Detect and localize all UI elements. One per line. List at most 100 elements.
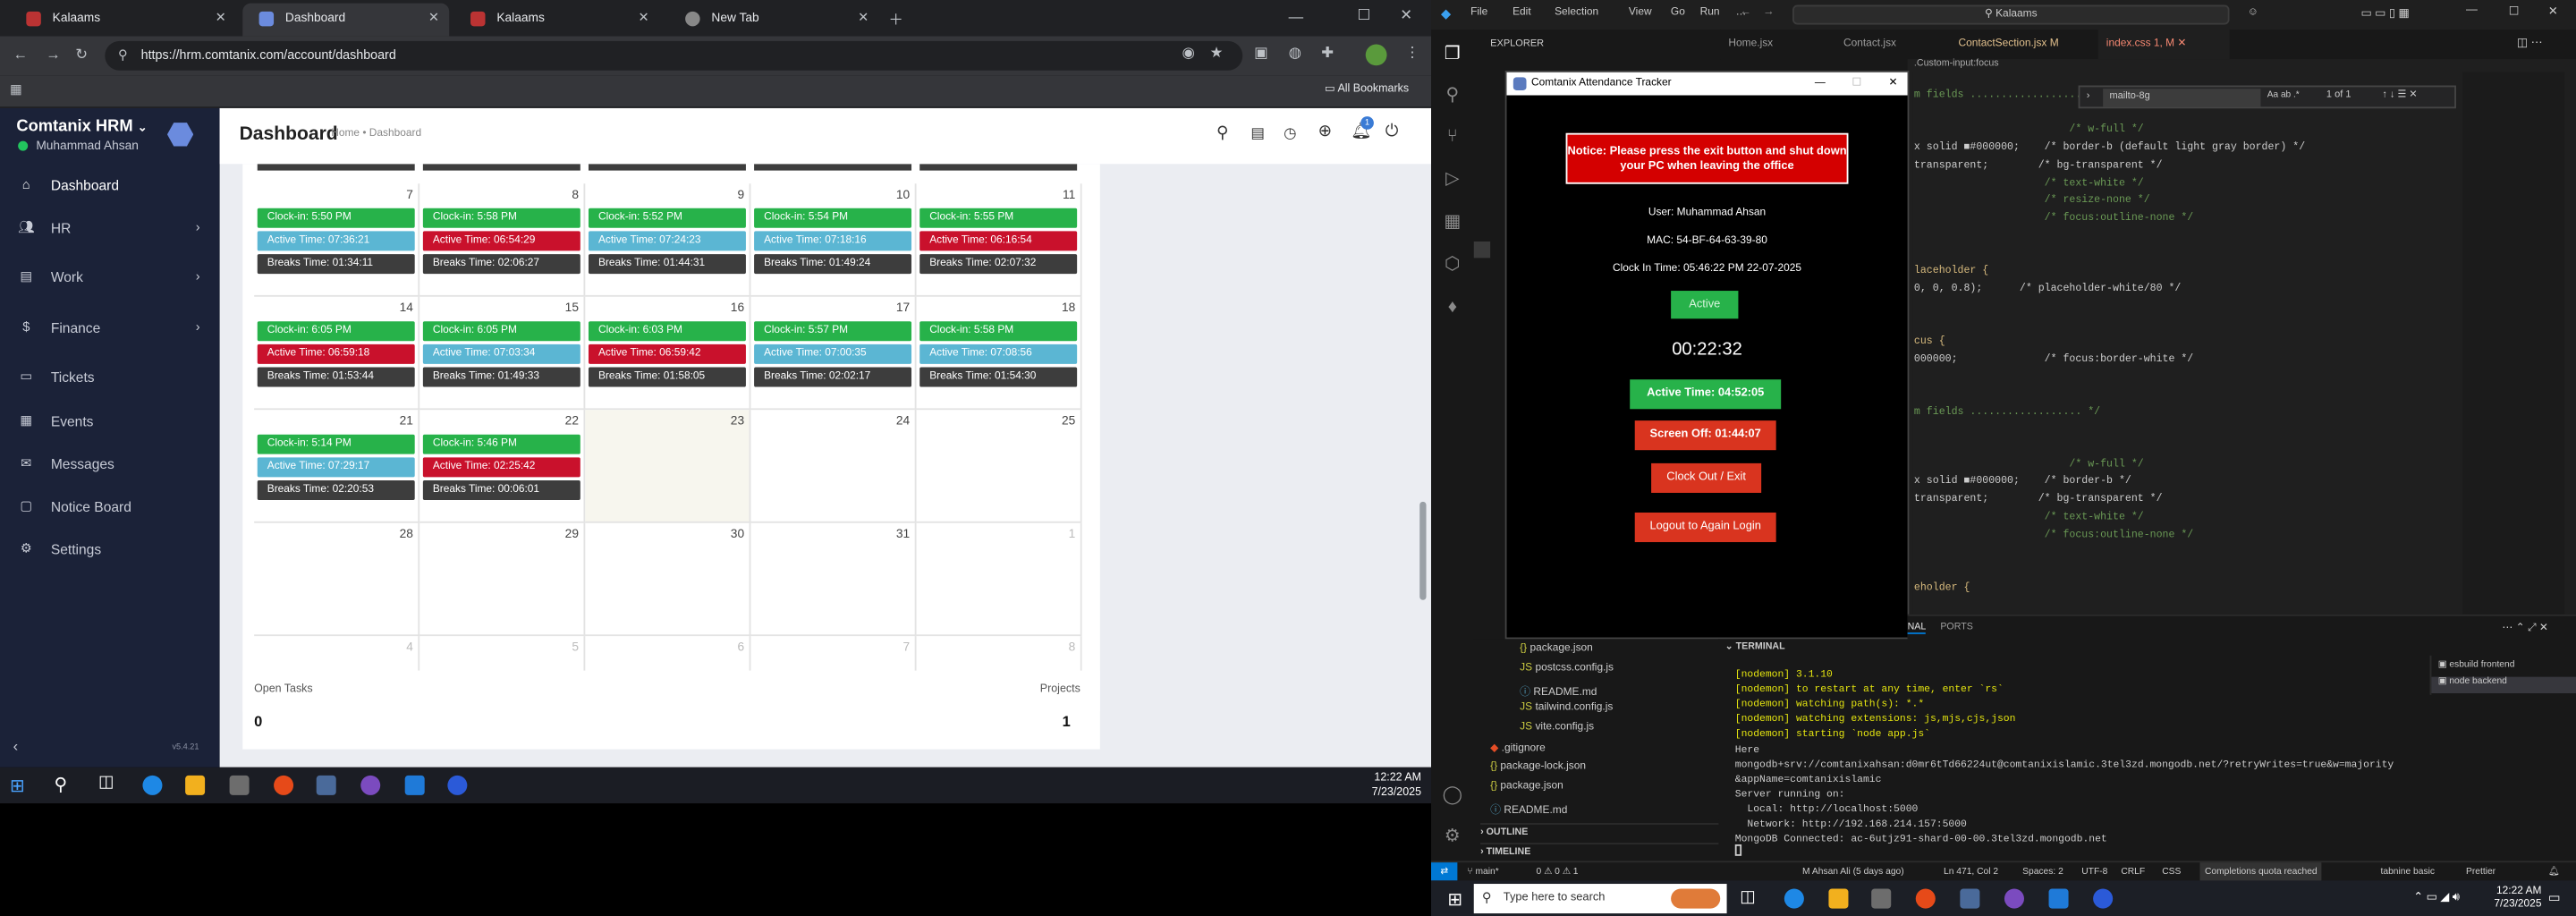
attendance-event[interactable]: Active Time: 06:16:54: [919, 231, 1078, 251]
eol-status[interactable]: CRLF: [2121, 862, 2145, 882]
file-item[interactable]: JS postcss.config.js: [1520, 662, 1614, 674]
minimize-icon[interactable]: —: [1289, 8, 1303, 24]
page-scrollbar[interactable]: [1419, 501, 1427, 600]
zoom-icon[interactable]: [2093, 888, 2114, 909]
sidebar-item-hr[interactable]: 👥︎ HR ›: [0, 208, 220, 248]
browser-tab-4[interactable]: New Tab ✕: [669, 4, 879, 37]
minimap[interactable]: [2462, 72, 2565, 640]
reload-icon[interactable]: ↻: [75, 46, 88, 64]
copilot-icon[interactable]: ☺: [2248, 6, 2258, 18]
remote-explorer-icon[interactable]: ⬡: [1441, 253, 1464, 276]
add-icon[interactable]: ⊕: [1318, 123, 1332, 140]
indent-status[interactable]: Spaces: 2: [2022, 862, 2063, 882]
calendar-day-cell[interactable]: 29: [419, 522, 586, 637]
kebab-menu-icon[interactable]: ⋮: [1405, 44, 1419, 62]
browser-tab-1[interactable]: Kalaams ✕: [10, 4, 236, 37]
minimize-icon[interactable]: —: [1815, 72, 1826, 96]
editor-tab-indexcss[interactable]: index.css 1, M ✕: [2097, 30, 2230, 60]
close-icon[interactable]: ✕: [216, 4, 226, 33]
file-item[interactable]: JS vite.config.js: [1520, 721, 1594, 733]
calendar-day-cell[interactable]: 24: [750, 410, 917, 523]
editor-tab-contactsection[interactable]: ContactSection.jsx M: [1950, 30, 2059, 59]
attendance-event[interactable]: Breaks Time: 02:07:32: [919, 254, 1078, 275]
maximize-icon[interactable]: ☐: [2509, 5, 2520, 18]
find-options-icons[interactable]: Aa ab .*: [2267, 90, 2300, 100]
source-control-icon[interactable]: ⑂: [1441, 125, 1464, 148]
calendar-day-cell[interactable]: 23: [585, 410, 751, 523]
remote-indicator-icon[interactable]: ⇄: [1431, 862, 1458, 881]
panel-tab-ports[interactable]: PORTS: [1940, 623, 1973, 632]
attendance-event[interactable]: Breaks Time: 02:20:53: [257, 480, 415, 501]
file-item[interactable]: ◆ .gitignore: [1490, 741, 1546, 754]
sidebar-item-events[interactable]: ▦ Events: [0, 402, 220, 441]
apps-grid-icon[interactable]: ▦: [10, 82, 22, 97]
new-tab-icon[interactable]: ＋: [888, 8, 903, 30]
maximize-icon[interactable]: ☐: [1852, 72, 1861, 96]
sidebar-item-tickets[interactable]: ▭ Tickets: [0, 358, 220, 397]
extension-icon-2[interactable]: ◍: [1289, 44, 1301, 62]
calendar-day-cell[interactable]: 14 Clock-in: 6:05 PM Active Time: 06:59:18…: [254, 296, 420, 411]
panel-tab-terminal[interactable]: NAL: [1907, 623, 1927, 634]
chrome-icon[interactable]: [1915, 888, 1936, 909]
sidebar-item-work[interactable]: ▤ Work ›: [0, 258, 220, 297]
power-icon[interactable]: ⏻: [1385, 123, 1399, 140]
attendance-event[interactable]: Breaks Time: 00:06:01: [422, 480, 580, 501]
terminal-panel[interactable]: ⌄ TERMINAL [nodemon] 3.1.10 [nodemon] to …: [1718, 639, 2576, 866]
calendar-day-cell[interactable]: 30: [585, 522, 751, 637]
calendar-day-cell[interactable]: 31: [750, 522, 917, 637]
run-debug-icon[interactable]: ▷: [1441, 167, 1464, 191]
back-icon[interactable]: ←: [13, 46, 28, 62]
attendance-event[interactable]: Clock-in: 5:58 PM: [422, 208, 580, 228]
vscode-menu-4[interactable]: Go: [1671, 6, 1685, 18]
browser-tab-3[interactable]: Kalaams ✕: [454, 4, 659, 37]
notification-center-icon[interactable]: ▭: [2548, 890, 2561, 905]
panel-actions-icons[interactable]: ⋯ ⌃ ⤢ ✕: [2502, 621, 2547, 636]
notifications-bell-icon[interactable]: 🔔︎: [2548, 862, 2560, 882]
vscode-icon[interactable]: [404, 775, 425, 795]
maximize-icon[interactable]: ☐: [1358, 6, 1371, 24]
attendance-event[interactable]: Breaks Time: 01:49:24: [754, 254, 912, 275]
attendance-event[interactable]: Clock-in: 5:14 PM: [257, 434, 415, 454]
collapse-sidebar-icon[interactable]: ‹: [13, 738, 18, 754]
attendance-event[interactable]: Clock-in: 5:50 PM: [257, 208, 415, 228]
calendar-day-cell[interactable]: 25: [916, 410, 1082, 523]
clock-icon[interactable]: ◷: [1284, 124, 1296, 142]
file-item[interactable]: {} package.json: [1490, 780, 1563, 792]
attendance-event[interactable]: Active Time: 07:29:17: [257, 457, 415, 478]
nav-back-icon[interactable]: ←: [1740, 6, 1751, 18]
vscode-menu-2[interactable]: Selection: [1555, 6, 1598, 18]
close-icon[interactable]: ✕: [639, 4, 649, 33]
terminal-item-frontend[interactable]: ▣ esbuild frontend: [2438, 660, 2515, 670]
branch-status[interactable]: ⑂ main*: [1467, 862, 1498, 882]
clock-out-button[interactable]: Clock Out / Exit: [1651, 462, 1762, 493]
store-icon[interactable]: [1871, 888, 1892, 909]
attendance-event[interactable]: Active Time: 07:36:21: [257, 231, 415, 251]
minimize-icon[interactable]: —: [2466, 5, 2478, 17]
windows-start-icon[interactable]: ⊞: [10, 776, 25, 797]
tracker-app-icon[interactable]: [316, 775, 336, 795]
find-input[interactable]: mailto-8g: [2103, 89, 2261, 107]
attendance-event[interactable]: Clock-in: 5:52 PM: [588, 208, 746, 228]
address-bar[interactable]: ⚲ https://hrm.comtanix.com/account/dashbo…: [105, 40, 1243, 71]
attendance-event[interactable]: Clock-in: 5:46 PM: [422, 434, 580, 454]
tracker-app-icon[interactable]: [1960, 888, 1980, 909]
calendar-day-cell[interactable]: 7 Clock-in: 5:50 PM Active Time: 07:36:21 B…: [254, 183, 420, 297]
windows-start-icon[interactable]: ⊞: [1447, 889, 1462, 910]
attendance-event[interactable]: Clock-in: 5:54 PM: [754, 208, 912, 228]
attendance-event[interactable]: Clock-in: 6:05 PM: [422, 321, 580, 342]
attendance-event[interactable]: Breaks Time: 01:53:44: [257, 367, 415, 387]
location-icon[interactable]: ◉: [1182, 44, 1194, 62]
calendar-day-cell[interactable]: 10 Clock-in: 5:54 PM Active Time: 07:18:16…: [750, 183, 917, 297]
vscode-menu-3[interactable]: View: [1629, 6, 1652, 18]
search-icon[interactable]: ⚲: [1216, 124, 1228, 142]
cursor-position[interactable]: Ln 471, Col 2: [1944, 862, 1998, 882]
file-item[interactable]: {} package.json: [1520, 642, 1593, 654]
attendance-event[interactable]: Breaks Time: 02:06:27: [422, 254, 580, 275]
calendar-day-cell[interactable]: 18 Clock-in: 5:58 PM Active Time: 07:08:56…: [916, 296, 1082, 411]
calendar-day-cell[interactable]: 22 Clock-in: 5:46 PM Active Time: 02:25:42…: [419, 410, 586, 523]
vscode-menu-0[interactable]: File: [1470, 6, 1487, 18]
attendance-event[interactable]: Clock-in: 6:03 PM: [588, 321, 746, 342]
nav-forward-icon[interactable]: →: [1763, 6, 1775, 18]
site-info-icon[interactable]: ⚲: [118, 41, 128, 71]
code-editor[interactable]: m fields .................. */ /* w-full…: [1907, 72, 2576, 640]
